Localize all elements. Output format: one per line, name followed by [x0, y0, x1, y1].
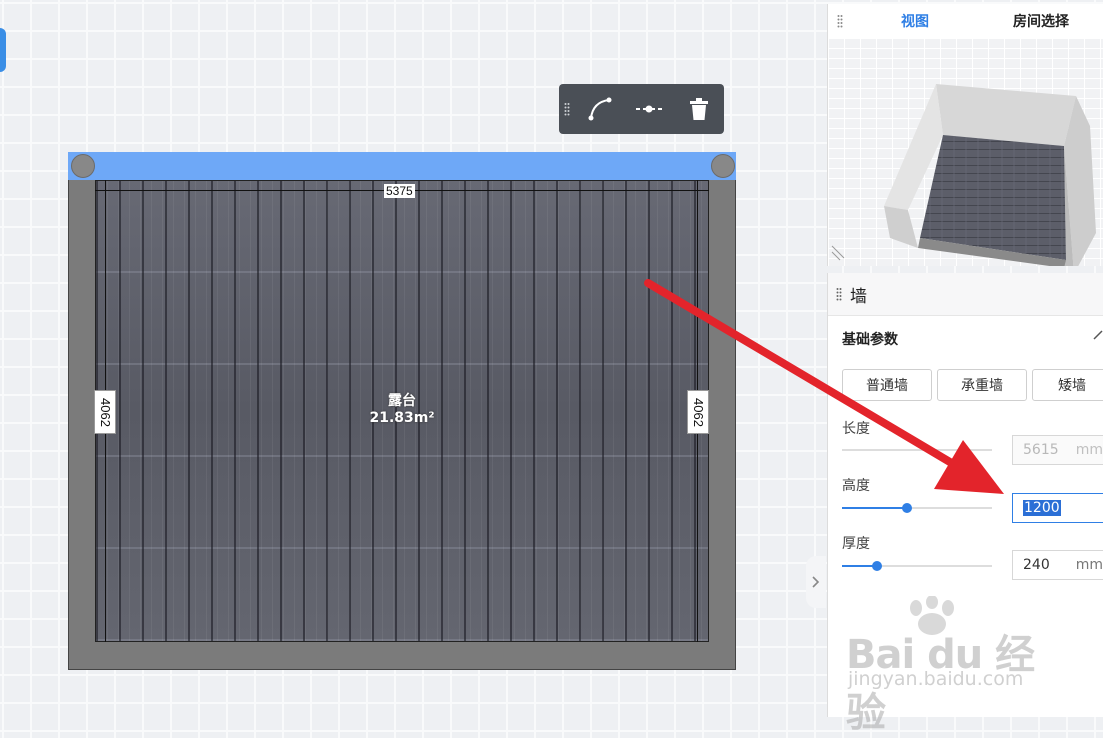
height-slider-fill [842, 507, 907, 509]
height-label: 高度 [842, 478, 870, 494]
view-tabs: 视图 房间选择 [828, 4, 1103, 38]
thickness-slider-thumb[interactable] [871, 561, 882, 571]
tab-view[interactable]: 视图 [852, 4, 978, 38]
drag-handle-icon[interactable] [828, 287, 850, 301]
3d-room-model [831, 84, 1096, 266]
chevron-right-icon [812, 576, 820, 588]
wall-type-normal-button[interactable]: 普通墙 [842, 369, 932, 401]
dimension-left-label: 4062 [94, 390, 116, 434]
split-wall-button[interactable] [625, 84, 675, 134]
length-label: 长度 [842, 421, 870, 437]
nav-corner-tab[interactable] [0, 28, 6, 72]
length-input: 5615 mm [1012, 435, 1103, 465]
section-title: 基础参数 [842, 332, 898, 348]
arc-wall-button[interactable] [575, 84, 625, 134]
room-area: 21.83m² [369, 410, 435, 426]
drag-handle-icon[interactable] [559, 84, 575, 134]
thickness-slider[interactable] [842, 561, 992, 571]
room-label: 露台 21.83m² [342, 393, 462, 427]
height-input[interactable]: 1200 [1012, 493, 1103, 523]
height-slider-thumb[interactable] [901, 503, 912, 513]
trash-icon [690, 98, 709, 120]
drag-handle-icon[interactable] [828, 4, 852, 38]
wall-panel-header: 墙 [828, 273, 1103, 316]
watermark-sub: jingyan.baidu.com [848, 668, 1024, 690]
split-wall-icon [636, 105, 663, 113]
collapse-icon[interactable] [1092, 329, 1103, 343]
room-name: 露台 [388, 393, 416, 409]
panel-toggle-button[interactable] [806, 556, 826, 608]
thickness-input[interactable]: 240 mm [1012, 550, 1103, 580]
3d-preview[interactable] [828, 38, 1103, 266]
wall-corner-handle[interactable] [711, 154, 735, 178]
delete-button[interactable] [674, 84, 724, 134]
height-slider[interactable] [842, 503, 992, 513]
panel-title: 墙 [850, 286, 867, 307]
dimension-top-label: 5375 [384, 184, 415, 198]
wall-type-load-bearing-button[interactable]: 承重墙 [937, 369, 1027, 401]
selected-wall[interactable] [68, 152, 736, 180]
dimension-right-label: 4062 [687, 390, 709, 434]
thickness-label: 厚度 [842, 536, 870, 552]
tab-room-select[interactable]: 房间选择 [978, 4, 1103, 38]
wall-type-low-button[interactable]: 矮墙 [1032, 369, 1103, 401]
view-panel: 视图 房间选择 [827, 4, 1103, 266]
length-divider [842, 449, 992, 451]
baidu-watermark: Bai du 经验 jingyan.baidu.com [842, 596, 1062, 736]
wall-toolbar [559, 84, 724, 134]
arc-wall-icon [588, 97, 612, 121]
wall-corner-handle[interactable] [71, 154, 95, 178]
